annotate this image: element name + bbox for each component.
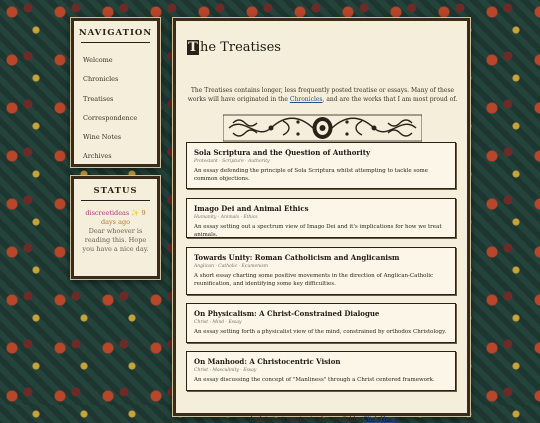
- treatise-title[interactable]: Imago Dei and Animal Ethics: [194, 204, 448, 213]
- intro-paragraph: The Treatises contains longer, less freq…: [187, 86, 458, 104]
- treatise-description: A short essay charting some positive mov…: [194, 273, 434, 287]
- treatise-title[interactable]: On Manhood: A Christocentric Vision: [194, 357, 448, 366]
- treatise-card[interactable]: On Physicalism: A Christ-Constrained Dia…: [186, 303, 456, 343]
- treatise-card[interactable]: Imago Dei and Animal Ethics Humanity · A…: [186, 198, 456, 238]
- nav-item-correspondence[interactable]: Correspondence: [83, 109, 160, 128]
- sparkle-emoji: ✨: [131, 209, 140, 217]
- treatise-title[interactable]: Sola Scriptura and the Question of Autho…: [194, 148, 448, 157]
- treatise-tags: Christ · Mind · Essay: [194, 320, 242, 325]
- page-title-text: he Treatises: [200, 40, 281, 55]
- treatise-description: An essay setting forth a physicalist vie…: [194, 329, 447, 335]
- status-panel: STATUS discreetideas ✨ 9 days ago Dear w…: [70, 175, 161, 280]
- chronicles-link[interactable]: Chronicles: [290, 96, 323, 103]
- plain-text-link[interactable]: Click Here: [363, 416, 396, 423]
- treatise-title[interactable]: Towards Unity: Roman Catholicism and Ang…: [194, 253, 448, 262]
- treatise-description: An essay discussing the concept of "Manl…: [194, 377, 435, 383]
- treatise-card[interactable]: Towards Unity: Roman Catholicism and Ang…: [186, 247, 456, 295]
- treatise-card[interactable]: On Manhood: A Christocentric Vision Chri…: [186, 351, 456, 391]
- status-message: Dear whoever is reading this. Hope you h…: [82, 227, 149, 253]
- plain-text-note: A plain text version is also available: …: [187, 416, 458, 423]
- intro-text-after: , and are the works that I am most proud…: [322, 96, 458, 103]
- navigation-list: Welcome Chronicles Treatises Corresponde…: [71, 51, 160, 167]
- status-entry: discreetideas ✨ 9 days ago Dear whoever …: [71, 201, 160, 254]
- treatise-tags: Humanity · Animals · Ethics: [194, 215, 258, 220]
- nav-item-wine-notes[interactable]: Wine Notes: [83, 128, 160, 147]
- treatise-description: An essay setting out a spectrum view of …: [194, 224, 442, 238]
- treatise-card[interactable]: Sola Scriptura and the Question of Autho…: [186, 142, 456, 189]
- treatise-title[interactable]: On Physicalism: A Christ-Constrained Dia…: [194, 309, 448, 318]
- treatise-tags: Anglican · Catholic · Ecumenism: [194, 264, 269, 269]
- drop-cap: T: [187, 40, 199, 55]
- status-heading: STATUS: [93, 186, 138, 196]
- main-content-panel: The Treatises The Treatises contains lon…: [172, 17, 471, 423]
- ornamental-divider: [223, 114, 422, 142]
- nav-item-treatises[interactable]: Treatises: [83, 90, 160, 109]
- navigation-heading: NAVIGATION: [78, 28, 153, 38]
- nav-item-welcome[interactable]: Welcome: [83, 51, 160, 70]
- treatise-tags: Christ · Masculinity · Essay: [194, 368, 257, 373]
- nav-item-archives[interactable]: Archives: [83, 147, 160, 166]
- treatise-tags: Protestant · Scripture · Authority: [194, 159, 270, 164]
- plain-text-label: A plain text version is also available:: [249, 416, 361, 423]
- treatise-description: An essay defending the principle of Sola…: [194, 168, 429, 182]
- navigation-panel: NAVIGATION Welcome Chronicles Treatises …: [70, 17, 161, 168]
- status-username[interactable]: discreetideas: [85, 209, 129, 217]
- navigation-divider: [81, 42, 150, 43]
- page-title: The Treatises: [187, 40, 281, 55]
- nav-item-chronicles[interactable]: Chronicles: [83, 70, 160, 89]
